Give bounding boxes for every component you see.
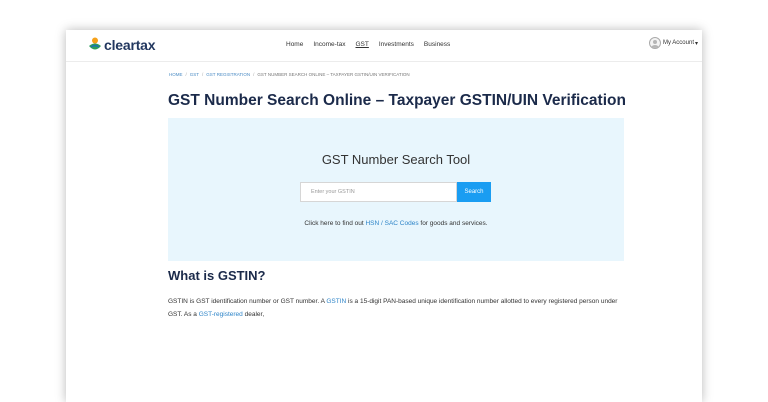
search-button[interactable]: Search	[457, 182, 491, 202]
page-title: GST Number Search Online – Taxpayer GSTI…	[168, 92, 626, 109]
breadcrumb: HOME / GST / GST REGISTRATION / GST NUMB…	[169, 72, 410, 77]
nav-income-tax[interactable]: Income-tax	[313, 41, 345, 48]
breadcrumb-home[interactable]: HOME	[169, 72, 183, 77]
user-avatar-icon	[648, 37, 661, 49]
breadcrumb-separator: /	[202, 72, 204, 77]
breadcrumb-current: GST NUMBER SEARCH ONLINE – TAXPAYER GSTI…	[257, 72, 410, 77]
breadcrumb-gst[interactable]: GST	[190, 72, 199, 77]
hsn-sac-info: Click here to find out HSN / SAC Codes f…	[168, 220, 624, 227]
hsn-suffix-text: for goods and services.	[418, 220, 488, 227]
cleartax-logo[interactable]: cleartax	[88, 37, 156, 53]
browser-page: cleartax Home Income-tax GST Investments…	[66, 30, 702, 402]
logo-text: cleartax	[104, 37, 156, 53]
hsn-sac-codes-link[interactable]: HSN / SAC Codes	[365, 220, 418, 227]
main-nav: Home Income-tax GST Investments Business	[286, 41, 450, 48]
cleartax-logo-icon	[89, 37, 101, 50]
caret-down-icon: ▾	[694, 40, 698, 47]
hsn-prefix-text: Click here to find out	[304, 220, 366, 227]
breadcrumb-gst-registration[interactable]: GST REGISTRATION	[206, 72, 250, 77]
gstin-search-input[interactable]	[300, 182, 457, 202]
my-account-label: My Account	[662, 40, 694, 46]
gst-search-panel: GST Number Search Tool Search Click here…	[168, 118, 624, 261]
para-text-3: dealer,	[242, 311, 265, 318]
nav-home[interactable]: Home	[286, 41, 303, 48]
section-title-what-is-gstin: What is GSTIN?	[168, 268, 266, 283]
top-navigation: cleartax Home Income-tax GST Investments…	[66, 30, 702, 62]
gst-registered-link[interactable]: GST-registered	[199, 311, 243, 318]
nav-investments[interactable]: Investments	[379, 41, 414, 48]
search-tool-title: GST Number Search Tool	[321, 152, 471, 167]
nav-business[interactable]: Business	[424, 41, 450, 48]
breadcrumb-separator: /	[185, 72, 187, 77]
gstin-link[interactable]: GSTIN	[326, 298, 346, 305]
my-account-menu[interactable]: My Account ▾	[648, 37, 698, 49]
para-text-1: GSTIN is GST identification number or GS…	[168, 298, 327, 305]
breadcrumb-separator: /	[253, 72, 255, 77]
gstin-description: GSTIN is GST identification number or GS…	[168, 295, 624, 321]
nav-gst[interactable]: GST	[356, 41, 369, 48]
